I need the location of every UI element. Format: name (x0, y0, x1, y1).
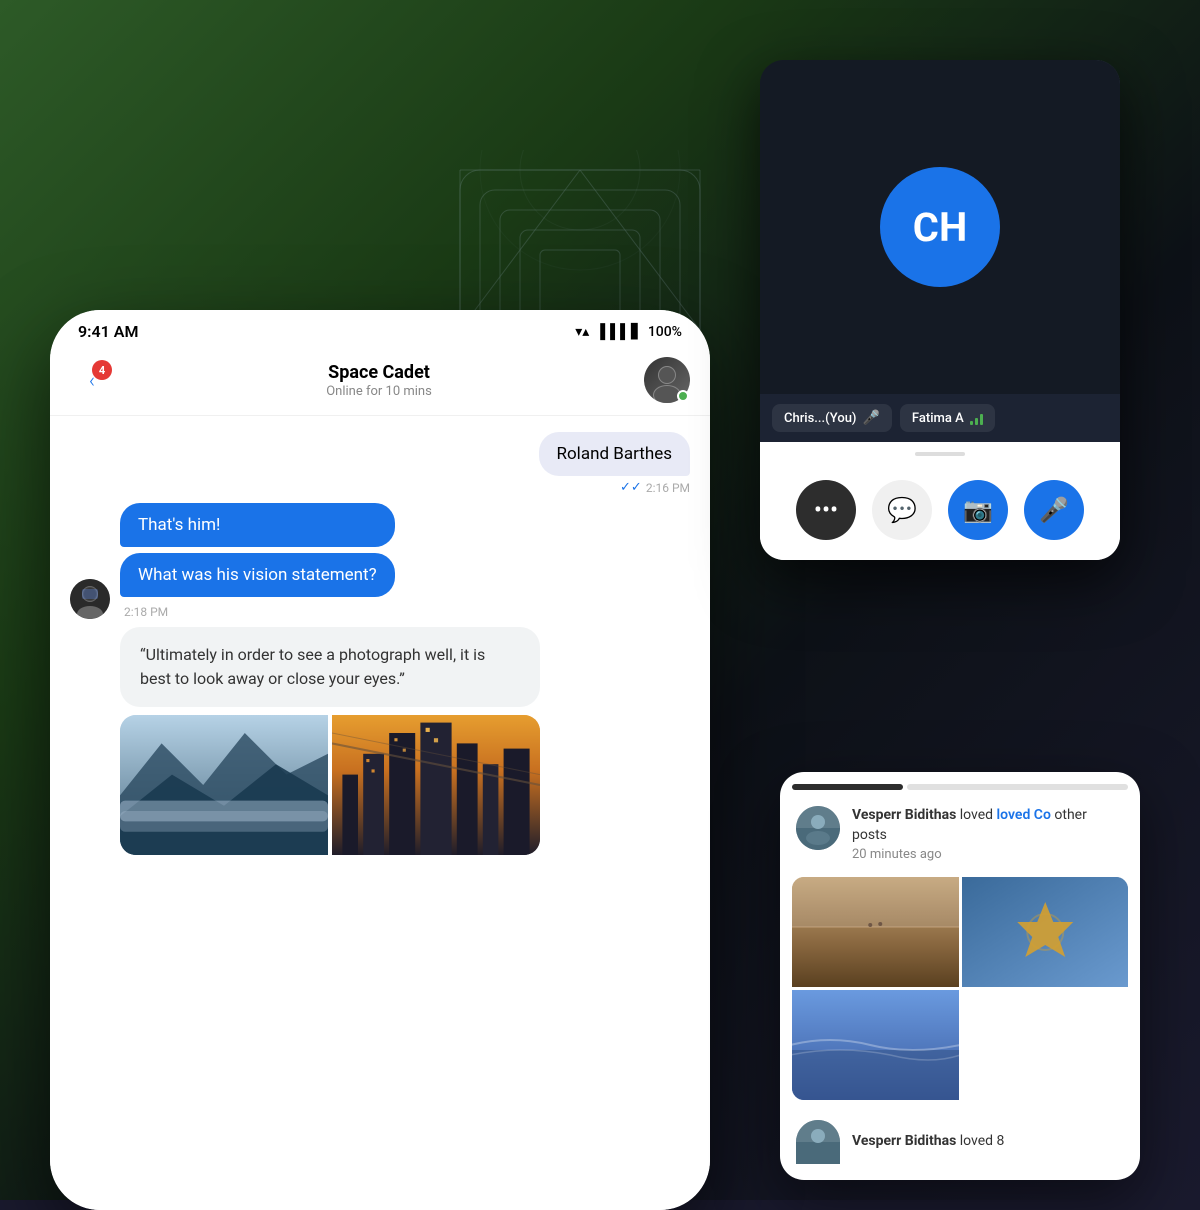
strip-bar-light (907, 784, 1128, 790)
message-icon: 💬 (887, 496, 917, 524)
video-name-tags: Chris...(You) 🎤 Fatima A (760, 394, 1120, 442)
caller-name: Chris...(You) (784, 411, 856, 426)
activity-user-1: Vesperr Bidithas (852, 807, 956, 823)
other-caller-name-tag: Fatima A (900, 404, 995, 432)
gallery-grid (792, 877, 1128, 1100)
message-bubble-received: Roland Barthes (539, 432, 690, 476)
message-text: Roland Barthes (557, 444, 672, 464)
microphone-button[interactable]: 🎤 (1024, 480, 1084, 540)
more-options-button[interactable]: ••• (796, 480, 856, 540)
gallery-photo-beach (792, 877, 959, 987)
back-button[interactable]: 4 ‹ (70, 358, 114, 402)
scroll-handle (915, 452, 965, 456)
camera-button[interactable]: 📷 (948, 480, 1008, 540)
wifi-icon: ▾▴ (575, 324, 589, 340)
mic-muted-icon: 🎤 (862, 410, 879, 426)
photo-grid (120, 715, 540, 855)
call-controls: ••• 💬 📷 🎤 (760, 464, 1120, 560)
contact-avatar-wrapper[interactable] (644, 357, 690, 403)
message-sent-group: That's him! What was his vision statemen… (70, 503, 690, 619)
activity-avatar-1 (796, 806, 840, 850)
message-timestamp: 2:16 PM (646, 481, 690, 495)
social-header-strip (780, 772, 1140, 798)
camera-icon: 📷 (963, 496, 993, 524)
quote-bubble: “Ultimately in order to see a photograph… (120, 627, 540, 707)
activity-time-1: 20 minutes ago (852, 847, 942, 862)
message-button[interactable]: 💬 (872, 480, 932, 540)
activity-user-2: Vesperr Bidithas (852, 1133, 956, 1149)
activity-action-1: loved Co (997, 807, 1051, 823)
online-indicator (677, 390, 689, 402)
status-time: 9:41 AM (78, 322, 138, 341)
battery-percent: 100% (648, 324, 682, 340)
caller-avatar: CH (880, 167, 1000, 287)
sent-bubble-1: That's him! (120, 503, 395, 547)
activity-text-1: Vesperr Bidithas loved loved Co other po… (852, 806, 1124, 865)
messages-area[interactable]: Roland Barthes ✓✓ 2:16 PM (50, 416, 710, 1210)
sender-avatar (70, 579, 110, 619)
sent-bubble-2: What was his vision statement? (120, 553, 395, 597)
social-activity-1: Vesperr Bidithas loved loved Co other po… (780, 798, 1140, 877)
activity-action-2: loved 8 (960, 1133, 1005, 1149)
more-dots-icon: ••• (814, 496, 838, 524)
phone-mockup: 9:41 AM ▾▴ ▐▐▐ ▋ 100% 4 ‹ Space Cadet On… (50, 310, 710, 1210)
social-feed-card: Vesperr Bidithas loved loved Co other po… (780, 772, 1140, 1180)
contact-status: Online for 10 mins (114, 384, 644, 399)
microphone-icon: 🎤 (1039, 496, 1069, 524)
social-activity-2: Vesperr Bidithas loved 8 (780, 1112, 1140, 1180)
status-icons: ▾▴ ▐▐▐ ▋ 100% (575, 323, 682, 340)
contact-name: Space Cadet (114, 362, 644, 383)
other-caller-name: Fatima A (912, 411, 964, 426)
sent-bubbles-container: That's him! What was his vision statemen… (120, 503, 395, 619)
gallery-photo-sky (792, 990, 959, 1100)
controls-bg: ••• 💬 📷 🎤 (760, 442, 1120, 560)
notification-badge: 4 (92, 360, 112, 380)
chat-title-area: Space Cadet Online for 10 mins (114, 362, 644, 399)
read-receipt-icon: ✓✓ (620, 480, 642, 495)
strip-bar-dark (792, 784, 903, 790)
message-time-received: ✓✓ 2:16 PM (620, 480, 690, 495)
photo-city (332, 715, 540, 855)
status-bar: 9:41 AM ▾▴ ▐▐▐ ▋ 100% (50, 310, 710, 349)
photo-mountains (120, 715, 328, 855)
caller-name-tag: Chris...(You) 🎤 (772, 404, 892, 432)
signal-icon: ▐▐▐ (595, 323, 625, 340)
signal-strength-icon (970, 411, 983, 425)
chat-header: 4 ‹ Space Cadet Online for 10 mins (50, 349, 710, 416)
video-call-card: Tommy B CH Chris...(You) 🎤 Fatima A ••• (760, 60, 1120, 560)
activity-avatar-2 (796, 1120, 840, 1164)
activity-text-2: Vesperr Bidithas loved 8 (852, 1132, 1004, 1152)
battery-icon: ▋ (631, 324, 642, 340)
message-received-1: Roland Barthes ✓✓ 2:16 PM (70, 432, 690, 495)
video-main-area: CH (760, 60, 1120, 394)
sent-message-time: 2:18 PM (124, 605, 395, 619)
gallery-photo-starfish (962, 877, 1129, 987)
